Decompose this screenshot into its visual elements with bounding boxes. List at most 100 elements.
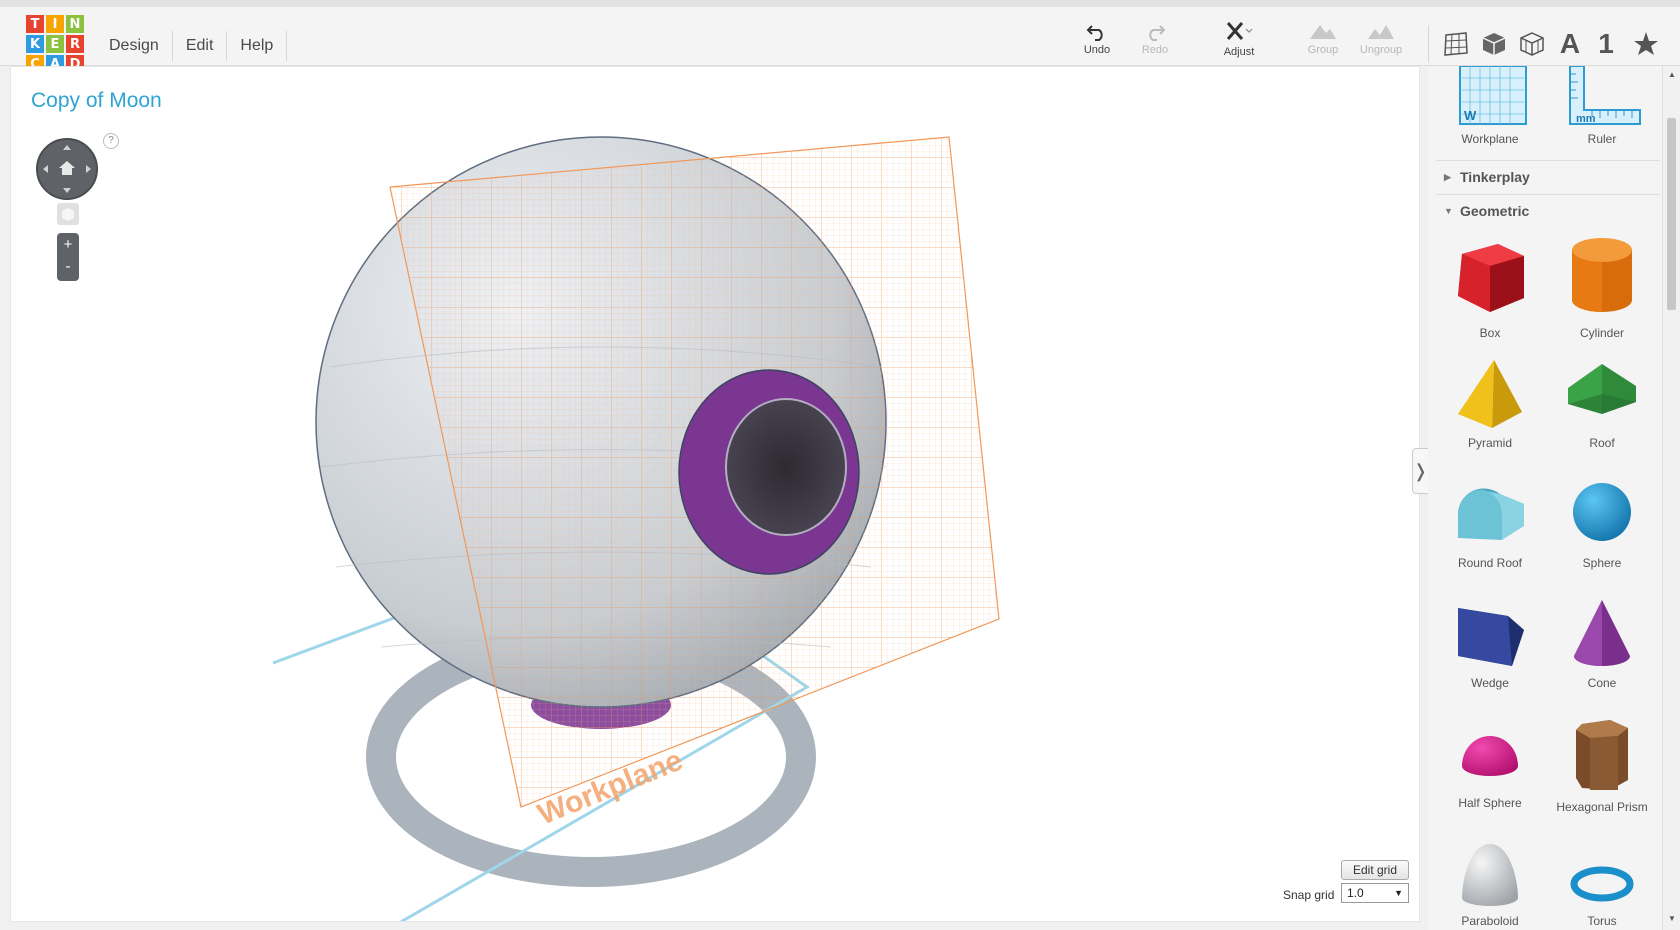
grid-icon — [1444, 32, 1468, 56]
shape-round-roof-label: Round Roof — [1457, 556, 1523, 570]
section-geometric[interactable]: ▼ Geometric — [1436, 194, 1660, 226]
shape-box-label: Box — [1479, 326, 1501, 340]
cone-icon — [1574, 600, 1630, 666]
adjust-button[interactable]: Adjust — [1210, 21, 1268, 58]
shape-sphere-label: Sphere — [1582, 556, 1622, 570]
shape-wedge-label: Wedge — [1471, 676, 1509, 690]
shape-hexagonal-prism[interactable]: Hexagonal Prism — [1546, 716, 1658, 814]
shape-wedge[interactable]: Wedge — [1434, 596, 1546, 690]
snap-grid-value: 1.0 — [1347, 886, 1364, 900]
menu-design[interactable]: Design — [96, 31, 173, 61]
toolbar-divider — [1428, 25, 1429, 63]
snap-grid-label: Snap grid — [1283, 888, 1335, 902]
shape-half-sphere-label: Half Sphere — [1458, 796, 1522, 810]
menu-help[interactable]: Help — [227, 31, 288, 61]
snap-grid-select[interactable]: 1.0 ▼ — [1341, 883, 1409, 903]
ruler-label: Ruler — [1587, 132, 1617, 146]
box-icon — [1458, 244, 1524, 312]
star-icon — [1634, 32, 1658, 55]
logo-letter: R — [66, 35, 84, 53]
cube-icon — [1482, 33, 1506, 55]
edit-grid-button[interactable]: Edit grid — [1341, 860, 1409, 880]
number-tool-button[interactable]: 1 — [1590, 28, 1622, 59]
ungroup-icon — [1368, 25, 1394, 39]
text-tool-button[interactable]: A — [1554, 28, 1586, 59]
favorites-button[interactable] — [1630, 29, 1662, 59]
logo-letter: T — [26, 15, 44, 33]
shapes-panel: W Workplane mm Ruler ▶ Tinkerplay ▼ Geom… — [1428, 66, 1680, 930]
half-sphere-icon — [1462, 736, 1518, 776]
logo-letter: N — [66, 15, 84, 33]
wireframe-cube-icon — [1520, 32, 1544, 56]
wedge-icon — [1458, 608, 1524, 666]
shape-paraboloid-label: Paraboloid — [1461, 914, 1519, 928]
shape-ruler[interactable]: mm Ruler — [1546, 66, 1658, 146]
section-geometric-label: Geometric — [1460, 203, 1530, 219]
redo-label: Redo — [1141, 44, 1169, 56]
shape-cylinder[interactable]: Cylinder — [1546, 236, 1658, 340]
shape-box[interactable]: Box — [1434, 236, 1546, 340]
logo-letter: K — [26, 35, 44, 53]
cylinder-icon — [1572, 238, 1632, 312]
redo-icon — [1149, 25, 1166, 41]
ungroup-button[interactable]: Ungroup — [1352, 21, 1410, 56]
grid-view-button[interactable] — [1440, 29, 1472, 59]
group-button[interactable]: Group — [1294, 21, 1352, 56]
shape-roof[interactable]: Roof — [1546, 356, 1658, 450]
expand-arrow-icon: ▶ — [1444, 172, 1451, 182]
undo-icon — [1086, 25, 1103, 41]
adjust-label: Adjust — [1223, 46, 1255, 58]
tinkercad-logo[interactable]: T I N K E R C A D — [26, 15, 84, 73]
scrollbar-thumb[interactable] — [1667, 118, 1676, 310]
menu-edit[interactable]: Edit — [173, 31, 228, 61]
shape-torus[interactable]: Torus — [1546, 840, 1658, 928]
collapse-panel-button[interactable]: ❭ — [1412, 448, 1428, 494]
design-canvas[interactable]: Workplane Copy of Moon + - ? Edit grid S… — [10, 66, 1420, 922]
logo-letter: I — [46, 15, 64, 33]
section-tinkerplay[interactable]: ▶ Tinkerplay — [1436, 160, 1660, 192]
shape-workplane[interactable]: W Workplane — [1434, 66, 1546, 146]
redo-button[interactable]: Redo — [1126, 21, 1184, 56]
paraboloid-icon — [1462, 844, 1518, 906]
round-roof-icon — [1457, 488, 1524, 540]
shape-round-roof[interactable]: Round Roof — [1434, 476, 1546, 570]
workplane-label: Workplane — [1461, 132, 1519, 146]
shape-torus-label: Torus — [1587, 914, 1617, 928]
collapse-arrow-icon: ▼ — [1444, 206, 1453, 216]
group-icon — [1310, 25, 1336, 39]
ungroup-label: Ungroup — [1359, 44, 1403, 56]
shape-pyramid[interactable]: Pyramid — [1434, 356, 1546, 450]
help-icon[interactable]: ? — [103, 133, 119, 149]
zoom-out-button[interactable]: - — [57, 255, 79, 279]
scroll-down-icon[interactable]: ▼ — [1668, 914, 1676, 923]
shape-cylinder-label: Cylinder — [1579, 326, 1624, 340]
crater-inner[interactable] — [725, 398, 847, 536]
sphere-icon — [1573, 483, 1631, 541]
undo-label: Undo — [1083, 44, 1111, 56]
wireframe-view-button[interactable] — [1516, 29, 1548, 59]
scroll-up-icon[interactable]: ▲ — [1668, 70, 1676, 79]
zoom-in-button[interactable]: + — [57, 233, 79, 257]
group-label: Group — [1307, 44, 1339, 56]
section-tinkerplay-label: Tinkerplay — [1460, 169, 1530, 185]
workplane-icon: W — [1459, 66, 1527, 125]
torus-icon — [1570, 866, 1634, 902]
svg-text:mm: mm — [1576, 113, 1596, 125]
shape-roof-label: Roof — [1589, 436, 1615, 450]
logo-letter: E — [46, 35, 64, 53]
shape-cone[interactable]: Cone — [1546, 596, 1658, 690]
box-view-button[interactable] — [1478, 29, 1510, 59]
svg-text:W: W — [1464, 108, 1477, 123]
shape-sphere[interactable]: Sphere — [1546, 476, 1658, 570]
shape-half-sphere[interactable]: Half Sphere — [1434, 716, 1546, 810]
pyramid-icon — [1458, 360, 1522, 428]
panel-scrollbar[interactable]: ▲ ▼ — [1662, 66, 1680, 930]
top-bar: T I N K E R C A D Design Edit Help Undo … — [0, 0, 1680, 73]
shape-paraboloid[interactable]: Paraboloid — [1434, 840, 1546, 928]
design-title[interactable]: Copy of Moon — [31, 89, 162, 113]
adjust-icon — [1226, 22, 1253, 40]
shape-cone-label: Cone — [1587, 676, 1617, 690]
dropdown-arrow-icon: ▼ — [1394, 888, 1403, 898]
scene-3d[interactable]: Workplane — [11, 67, 1420, 922]
undo-button[interactable]: Undo — [1068, 21, 1126, 56]
